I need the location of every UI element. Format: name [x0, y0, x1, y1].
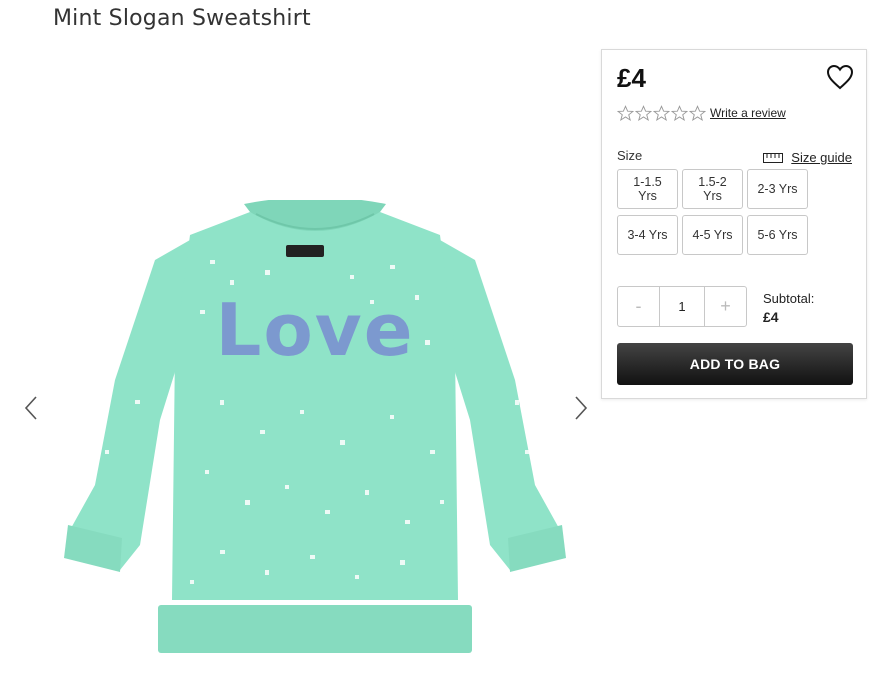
chevron-left-icon	[24, 396, 37, 420]
size-option[interactable]: 5-6 Yrs	[747, 215, 808, 255]
product-price: £4	[617, 63, 646, 93]
subtotal-label: Subtotal:	[763, 291, 815, 306]
star-outline-icon	[689, 105, 706, 122]
sweatshirt-graphic: Love	[64, 200, 566, 653]
star-outline-icon	[617, 105, 634, 122]
star-outline-icon	[635, 105, 652, 122]
star-outline-icon	[671, 105, 688, 122]
purchase-panel: £4 Write a review Size Size guide 1-1.5 …	[601, 49, 867, 399]
rating-stars	[617, 105, 706, 122]
quantity-increase-button[interactable]: +	[705, 287, 746, 326]
size-options: 1-1.5 Yrs 1.5-2 Yrs 2-3 Yrs 3-4 Yrs 4-5 …	[617, 169, 809, 255]
wishlist-button[interactable]	[826, 64, 854, 95]
sweatshirt-slogan: Love	[215, 288, 414, 372]
size-guide-label: Size guide	[791, 150, 852, 165]
chevron-right-icon	[575, 396, 588, 420]
size-option[interactable]: 2-3 Yrs	[747, 169, 808, 209]
star-outline-icon	[653, 105, 670, 122]
ruler-icon	[763, 152, 784, 163]
add-to-bag-button[interactable]: ADD TO BAG	[617, 343, 853, 385]
size-option[interactable]: 4-5 Yrs	[682, 215, 743, 255]
heart-icon	[826, 64, 854, 90]
quantity-input[interactable]	[659, 287, 705, 326]
gallery-prev-arrow[interactable]	[22, 393, 42, 423]
gallery-next-arrow[interactable]	[570, 393, 590, 423]
size-option[interactable]: 1.5-2 Yrs	[682, 169, 743, 209]
write-review-link[interactable]: Write a review	[710, 106, 786, 120]
quantity-stepper: - +	[617, 286, 747, 327]
quantity-decrease-button[interactable]: -	[618, 287, 659, 326]
subtotal: Subtotal: £4	[763, 290, 814, 326]
size-option[interactable]: 3-4 Yrs	[617, 215, 678, 255]
size-guide-link[interactable]: Size guide	[763, 150, 852, 165]
size-option[interactable]: 1-1.5 Yrs	[617, 169, 678, 209]
product-title: Mint Slogan Sweatshirt	[53, 6, 311, 31]
product-image[interactable]: Love	[60, 200, 570, 660]
size-label: Size	[617, 148, 643, 163]
subtotal-value: £4	[763, 309, 779, 325]
product-gallery: Love	[0, 40, 600, 683]
